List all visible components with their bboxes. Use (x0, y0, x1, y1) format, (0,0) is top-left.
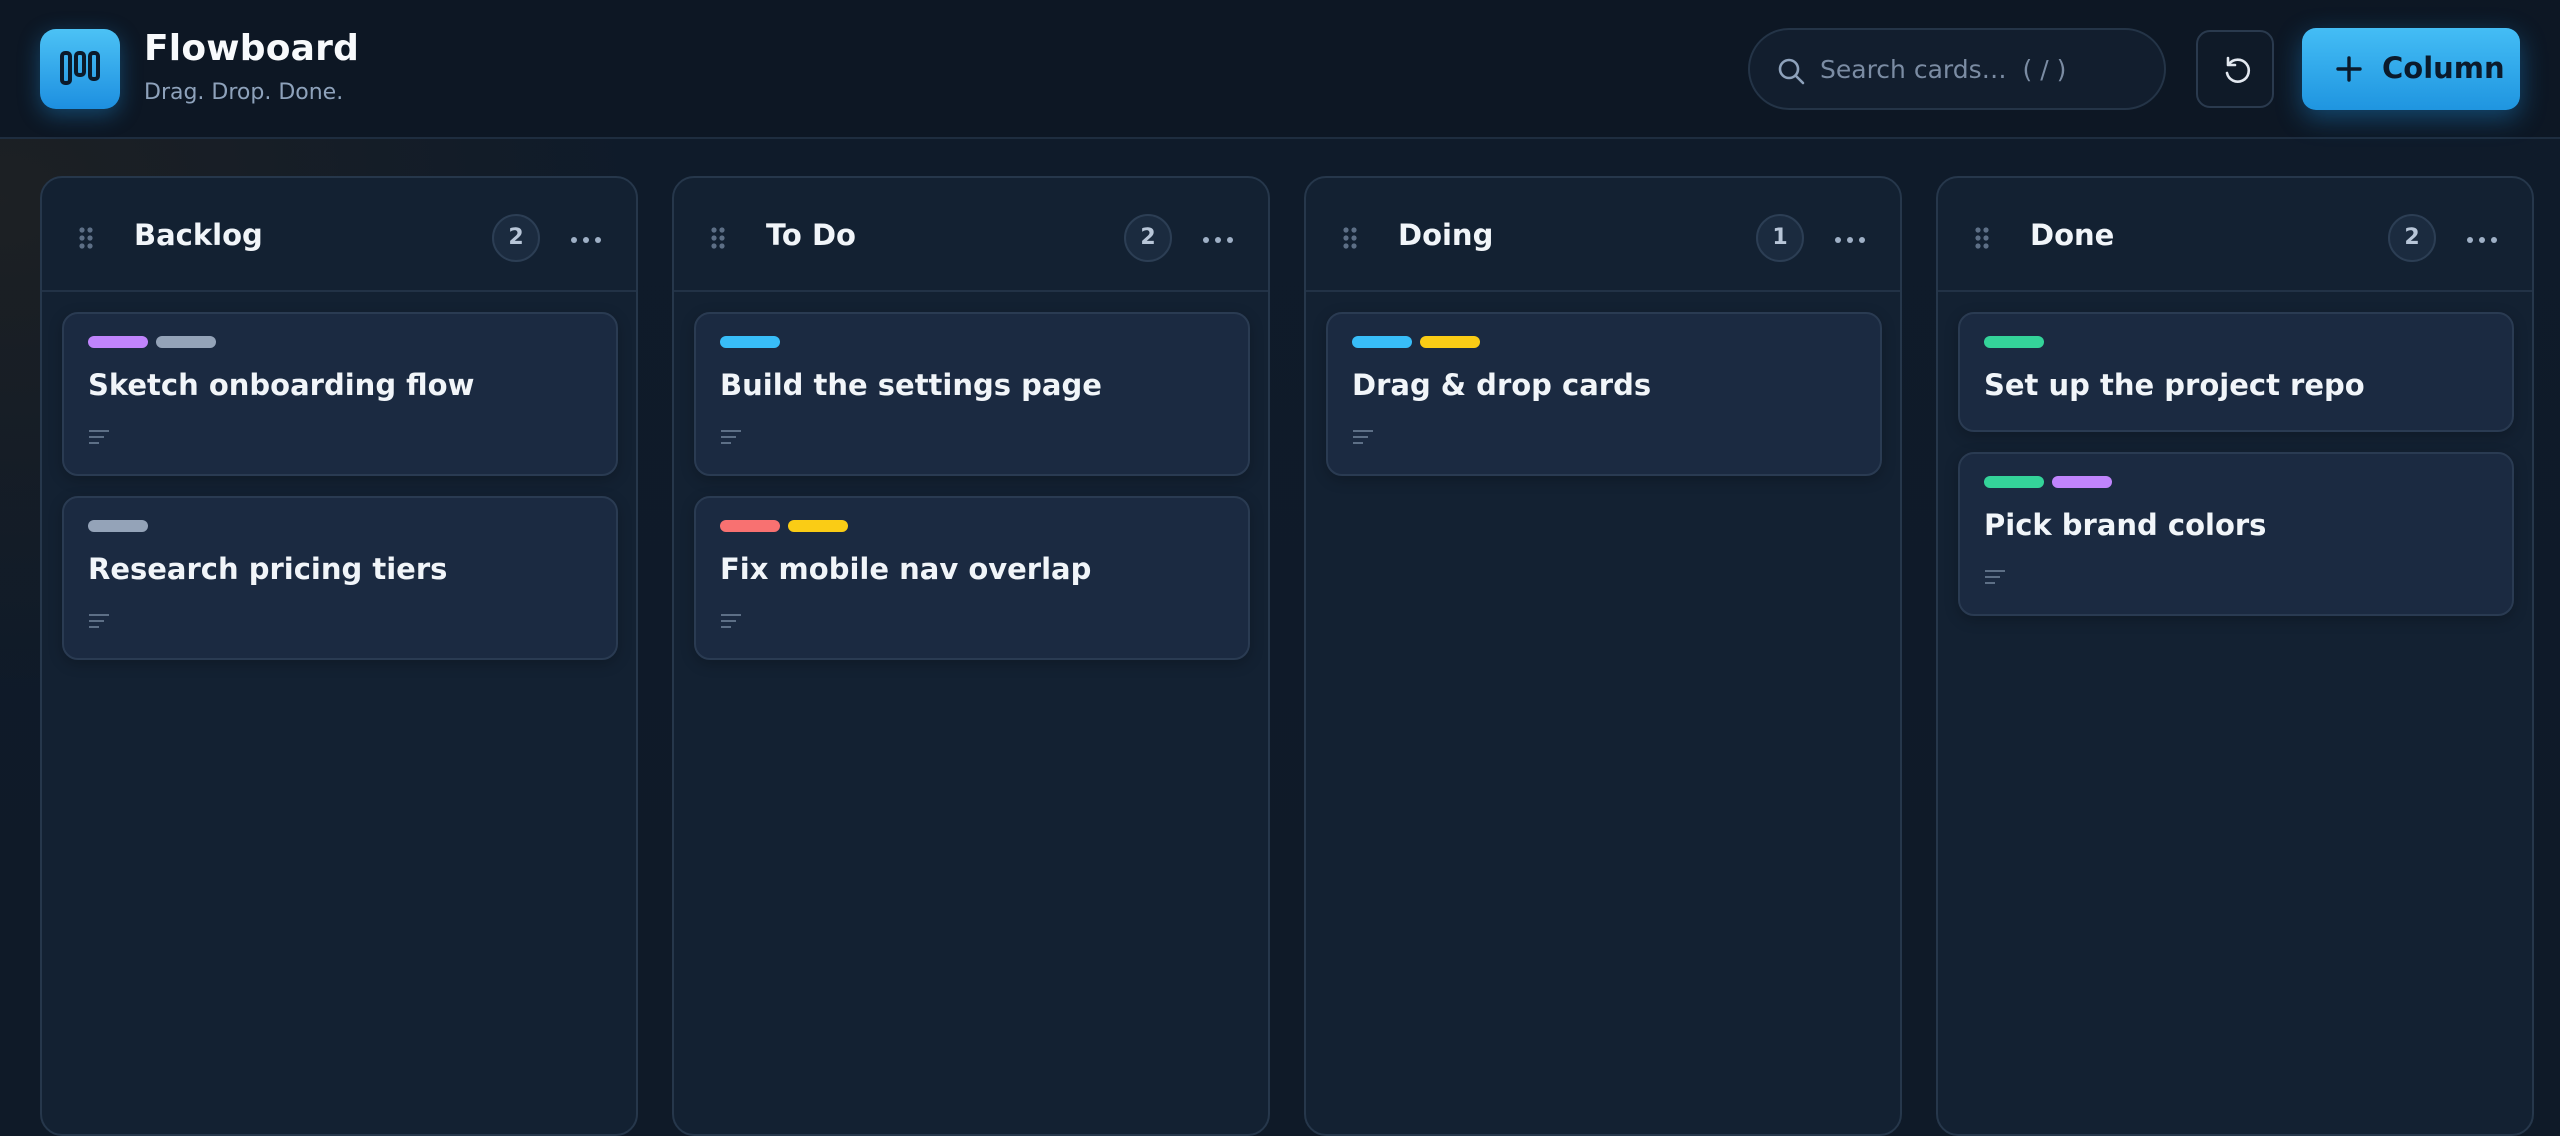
card-labels (88, 336, 224, 348)
card[interactable]: Drag & drop cards (1326, 312, 1882, 476)
label-purple (88, 336, 148, 348)
column-count-badge: 1 (1756, 214, 1804, 262)
card[interactable]: Set up the project repo (1958, 312, 2514, 432)
label-yellow (1420, 336, 1480, 348)
description-icon (721, 614, 741, 628)
label-gray (88, 520, 148, 532)
card-title: Research pricing tiers (88, 552, 448, 586)
card[interactable]: Research pricing tiers (62, 496, 618, 660)
column-title: Doing (1398, 218, 1494, 252)
column-backlog[interactable]: Backlog 2 Sketch onboarding flow Researc… (40, 176, 638, 1136)
column-header: Done 2 (1938, 178, 2532, 292)
more-options-icon[interactable] (570, 236, 602, 244)
search-box[interactable] (1748, 28, 2166, 110)
refresh-icon (2225, 56, 2251, 83)
card-labels (1984, 476, 2120, 488)
description-icon (89, 614, 109, 628)
more-options-icon[interactable] (1834, 236, 1866, 244)
drag-handle-icon[interactable] (1342, 226, 1358, 250)
column-title: Backlog (134, 218, 263, 252)
card-labels (720, 336, 788, 348)
app-logo (40, 29, 120, 109)
app-tagline: Drag. Drop. Done. (144, 80, 344, 105)
add-column-button[interactable]: Column (2302, 28, 2520, 110)
description-icon (89, 430, 109, 444)
reset-button[interactable] (2196, 30, 2274, 108)
drag-handle-icon[interactable] (78, 226, 94, 250)
card-title: Build the settings page (720, 368, 1102, 402)
card-labels (1352, 336, 1488, 348)
label-green (1984, 476, 2044, 488)
label-yellow (788, 520, 848, 532)
app-title: Flowboard (144, 28, 360, 69)
drag-handle-icon[interactable] (710, 226, 726, 250)
label-gray (156, 336, 216, 348)
description-icon (1353, 430, 1373, 444)
column-doing[interactable]: Doing 1 Drag & drop cards (1304, 176, 1902, 1136)
plus-icon (2336, 56, 2362, 82)
label-green (1984, 336, 2044, 348)
card-title: Fix mobile nav overlap (720, 552, 1092, 586)
label-cyan (720, 336, 780, 348)
card[interactable]: Fix mobile nav overlap (694, 496, 1250, 660)
column-title: Done (2030, 218, 2115, 252)
top-bar: Flowboard Drag. Drop. Done. Column (0, 0, 2560, 139)
label-red (720, 520, 780, 532)
card-labels (88, 520, 156, 532)
more-options-icon[interactable] (2466, 236, 2498, 244)
kanban-icon (60, 51, 100, 85)
search-input[interactable] (1820, 30, 2150, 108)
description-icon (1985, 570, 2005, 584)
drag-handle-icon[interactable] (1974, 226, 1990, 250)
label-cyan (1352, 336, 1412, 348)
card[interactable]: Build the settings page (694, 312, 1250, 476)
label-purple (2052, 476, 2112, 488)
description-icon (721, 430, 741, 444)
column-header: Backlog 2 (42, 178, 636, 292)
search-icon (1778, 58, 1805, 85)
column-count-badge: 2 (2388, 214, 2436, 262)
column-todo[interactable]: To Do 2 Build the settings page Fix mobi… (672, 176, 1270, 1136)
add-column-label: Column (2382, 51, 2505, 85)
column-title: To Do (766, 218, 856, 252)
card-title: Pick brand colors (1984, 508, 2267, 542)
card-title: Drag & drop cards (1352, 368, 1652, 402)
column-count-badge: 2 (492, 214, 540, 262)
card-labels (1984, 336, 2052, 348)
card-labels (720, 520, 856, 532)
more-options-icon[interactable] (1202, 236, 1234, 244)
column-header: Doing 1 (1306, 178, 1900, 292)
column-count-badge: 2 (1124, 214, 1172, 262)
card[interactable]: Pick brand colors (1958, 452, 2514, 616)
card-title: Set up the project repo (1984, 368, 2365, 402)
card-title: Sketch onboarding flow (88, 368, 475, 402)
card[interactable]: Sketch onboarding flow (62, 312, 618, 476)
column-header: To Do 2 (674, 178, 1268, 292)
column-done[interactable]: Done 2 Set up the project repo Pick bran… (1936, 176, 2534, 1136)
